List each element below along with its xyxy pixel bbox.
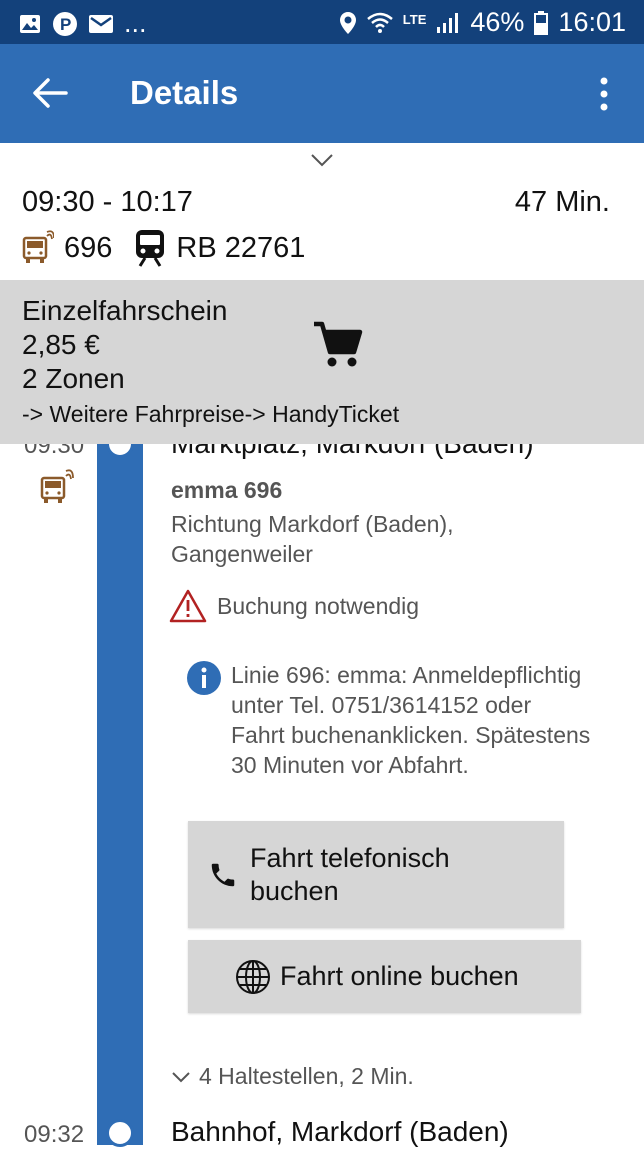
fare-name: Einzelfahrschein bbox=[22, 295, 228, 326]
page-title: Details bbox=[130, 74, 239, 111]
handyticket-link[interactable]: -> HandyTicket bbox=[245, 401, 399, 428]
book-by-phone-button[interactable]: Fahrt telefonisch buchen bbox=[188, 821, 564, 928]
line-direction: Richtung Markdorf (Baden), Gangenweiler bbox=[171, 511, 454, 567]
book-online-label: Fahrt online buchen bbox=[280, 961, 519, 991]
intermediate-stops-toggle[interactable]: 4 Haltestellen, 2 Min. bbox=[171, 1063, 414, 1090]
leg-bus-label: 696 bbox=[64, 231, 113, 264]
leg-train: RB 22761 bbox=[134, 229, 305, 267]
location-icon bbox=[339, 11, 356, 34]
fare-price: 2,85 € bbox=[22, 329, 100, 360]
svg-text:P: P bbox=[60, 15, 71, 34]
clock: 16:01 bbox=[558, 7, 626, 37]
network-type: LTE bbox=[402, 12, 427, 27]
trip-time-range: 09:30 - 10:17 bbox=[22, 186, 193, 218]
book-online-button[interactable]: Fahrt online buchen bbox=[188, 940, 581, 1013]
fare-panel[interactable]: Einzelfahrschein 2,85 € 2 Zonen -> Weite… bbox=[0, 280, 644, 444]
battery-percent: 46% bbox=[470, 7, 525, 37]
globe-icon bbox=[236, 959, 270, 994]
info-text: Linie 696: emma: Anmeldepflichtig unter … bbox=[231, 662, 591, 778]
leg-train-label: RB 22761 bbox=[176, 231, 306, 264]
book-by-phone-label: Fahrt telefonisch buchen bbox=[250, 842, 450, 906]
app-bar: Details bbox=[0, 44, 644, 143]
battery-icon bbox=[534, 10, 549, 35]
info-icon bbox=[187, 661, 221, 695]
bus-icon bbox=[22, 230, 54, 263]
phone-icon bbox=[211, 863, 235, 886]
image-icon bbox=[20, 14, 40, 33]
stop-name[interactable]: Bahnhof, Markdorf (Baden) bbox=[171, 1116, 509, 1148]
back-arrow-icon[interactable] bbox=[28, 71, 72, 115]
trip-duration: 47 Min. bbox=[514, 186, 610, 218]
leg-bus: 696 bbox=[22, 230, 112, 266]
notifications-more: ... bbox=[124, 8, 147, 38]
timeline-bar bbox=[97, 444, 143, 1145]
line-name: emma 696 bbox=[171, 477, 283, 503]
fare-links: -> Weitere Fahrpreise -> HandyTicket bbox=[22, 401, 399, 428]
bus-icon bbox=[40, 469, 74, 503]
overflow-menu-icon[interactable] bbox=[586, 72, 622, 116]
stop-marker bbox=[106, 1119, 134, 1147]
signal-icon bbox=[437, 12, 459, 33]
wifi-icon bbox=[366, 12, 393, 33]
chevron-down-icon bbox=[172, 1071, 190, 1082]
more-fares-link[interactable]: -> Weitere Fahrpreise bbox=[22, 401, 245, 428]
warning-icon bbox=[169, 589, 207, 623]
shopping-cart-icon[interactable] bbox=[310, 316, 366, 372]
fare-zones: 2 Zonen bbox=[22, 363, 125, 394]
trip-legs: 696 RB 22761 bbox=[22, 226, 327, 270]
train-icon bbox=[136, 230, 165, 267]
mail-icon bbox=[89, 14, 113, 33]
booking-notice-text: Buchung notwendig bbox=[217, 592, 420, 619]
chevron-down-icon[interactable] bbox=[308, 150, 336, 170]
booking-notice: Buchung notwendig bbox=[169, 586, 419, 626]
parking-icon: P bbox=[53, 11, 77, 36]
stops-summary: 4 Haltestellen, 2 Min. bbox=[199, 1063, 414, 1089]
status-bar: P ... LTE 46% 16:01 bbox=[0, 0, 644, 44]
